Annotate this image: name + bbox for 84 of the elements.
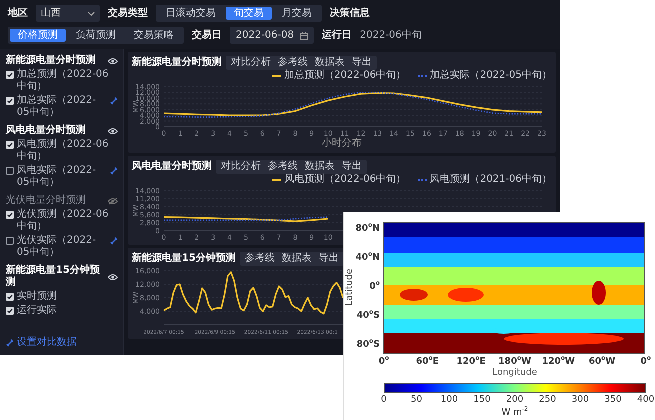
checkbox-label: 风电预测（2022-06中旬） — [17, 139, 110, 163]
checkbox[interactable] — [6, 307, 14, 315]
chart-title: 风电电量分时预测 — [132, 160, 212, 173]
checkbox-label: 光伏预测（2022-06中旬） — [17, 209, 110, 233]
colorbar-tick-label: 200 — [506, 395, 524, 406]
eye-icon[interactable] — [108, 128, 118, 134]
legend-item[interactable]: 风电预测（2021-06中旬） — [418, 174, 552, 186]
trade-type-tab[interactable]: 旬交易 — [226, 7, 272, 20]
calendar-icon — [300, 32, 308, 40]
axis-tick-label: 0$^{o}$ — [378, 357, 390, 368]
checkbox[interactable] — [6, 141, 14, 149]
section-title: 新能源电量分时预测 — [6, 55, 96, 67]
decision-tab[interactable]: 交易策略 — [126, 29, 182, 42]
colorbar-tick-label: 0 — [381, 395, 387, 406]
decision-tab[interactable]: 负荷预测 — [68, 29, 124, 42]
axis-tick-label: 40$^{o}$N — [356, 253, 380, 263]
colorbar-tick-label: 300 — [572, 395, 590, 406]
axis-tick-label: 0$^{o}$ — [370, 282, 380, 292]
colorbar-tick-label: 150 — [474, 395, 491, 406]
chart-tool-button[interactable]: 数据表 — [302, 160, 338, 172]
chart-tool-button[interactable]: 导出 — [316, 252, 342, 264]
compare-data-link[interactable]: 设置对比数据 — [6, 337, 77, 349]
section-title: 新能源电量15分钟预测 — [6, 265, 101, 289]
section-title: 光伏电量分时预测 — [6, 195, 86, 207]
field-label: 地区 — [8, 7, 28, 20]
colorbar-tick-label: 350 — [604, 395, 622, 406]
chart-tool-button[interactable]: 导出 — [349, 56, 375, 68]
chart-tool-button[interactable]: 参考线 — [265, 160, 301, 172]
field-label: 交易日 — [192, 29, 222, 42]
eye-icon[interactable] — [108, 58, 118, 64]
field-label: 运行日 — [322, 29, 352, 42]
colorbar-tick-label: 250 — [539, 395, 556, 406]
axis-tick-label: 60$^{o}$E — [416, 357, 440, 368]
chart-tool-button[interactable]: 对比分析 — [228, 56, 274, 68]
axis-title: Latitude — [345, 269, 355, 307]
axis-tick-label: 60$^{o}$W — [588, 357, 616, 368]
checkbox-label: 光伏实际（2022-05中旬） — [17, 235, 98, 259]
axis-tick-label: 80$^{o}$N — [356, 224, 380, 234]
checkbox[interactable] — [6, 237, 14, 245]
axis-tick-label: 120$^{o}$E — [456, 357, 486, 368]
trade-type-tab[interactable]: 月交易 — [274, 7, 320, 20]
chart-title: 新能源电量15分钟预测 — [132, 252, 236, 265]
axis-tick-label: 0$^{o}$ — [640, 357, 652, 368]
colorbar-tick-label: 100 — [440, 395, 458, 406]
run-date: 2022-06中旬 — [360, 29, 422, 42]
legend-item[interactable]: 加总实际（2022-05中旬） — [418, 70, 552, 82]
caret-icon — [88, 12, 95, 16]
checkbox[interactable] — [6, 167, 14, 175]
hidden-eye-icon[interactable] — [108, 198, 118, 204]
decision-tab[interactable]: 价格预测 — [10, 29, 66, 42]
axis-tick-label: 180$^{o}$W — [498, 357, 532, 368]
checkbox[interactable] — [6, 97, 14, 105]
axis-tick-label: 40$^{o}$S — [356, 311, 380, 321]
chart-title: 新能源电量分时预测 — [132, 56, 222, 69]
region-select[interactable]: 山西 — [36, 5, 100, 22]
eye-icon[interactable] — [108, 274, 118, 280]
axis-title: 小时分布 — [322, 138, 362, 150]
colorbar-unit: W m$^{-2}$ — [502, 408, 528, 418]
colorbar-tick-label: 400 — [637, 395, 655, 406]
chart-tool-button[interactable]: 参考线 — [242, 252, 278, 264]
legend-item[interactable]: 风电预测（2022-06中旬） — [272, 174, 406, 186]
trade-type-tab[interactable]: 日滚动交易 — [158, 7, 224, 20]
legend-item[interactable]: 加总预测（2022-06中旬） — [272, 70, 406, 82]
chart-tool-button[interactable]: 导出 — [339, 160, 365, 172]
chart-tool-button[interactable]: 参考线 — [275, 56, 311, 68]
axis-tick-label: 120$^{o}$W — [542, 357, 576, 368]
section-title: 风电电量分时预测 — [6, 125, 86, 137]
axis-tick-label: 80$^{o}$S — [356, 340, 380, 350]
checkbox-label: 运行实际 — [17, 305, 58, 317]
checkbox-label: 加总预测（2022-06中旬） — [17, 69, 110, 93]
chart-tool-button[interactable]: 数据表 — [312, 56, 348, 68]
checkbox-label: 实时预测 — [17, 291, 58, 303]
field-label: 决策信息 — [330, 7, 370, 20]
colorbar-tick-label: 50 — [411, 395, 422, 406]
checkbox[interactable] — [6, 211, 14, 219]
checkbox-label: 风电实际（2022-05中旬） — [17, 165, 98, 189]
checkbox-label: 加总实际（2022-05中旬） — [17, 95, 98, 119]
chart-tool-button[interactable]: 数据表 — [278, 252, 315, 264]
checkbox[interactable] — [6, 71, 14, 79]
axis-title: Longitude — [492, 368, 538, 378]
checkbox[interactable] — [6, 293, 14, 301]
field-label: 交易类型 — [108, 7, 148, 20]
date-field[interactable]: 2022-06-08 — [230, 27, 314, 44]
chart-tool-button[interactable]: 对比分析 — [218, 160, 264, 172]
